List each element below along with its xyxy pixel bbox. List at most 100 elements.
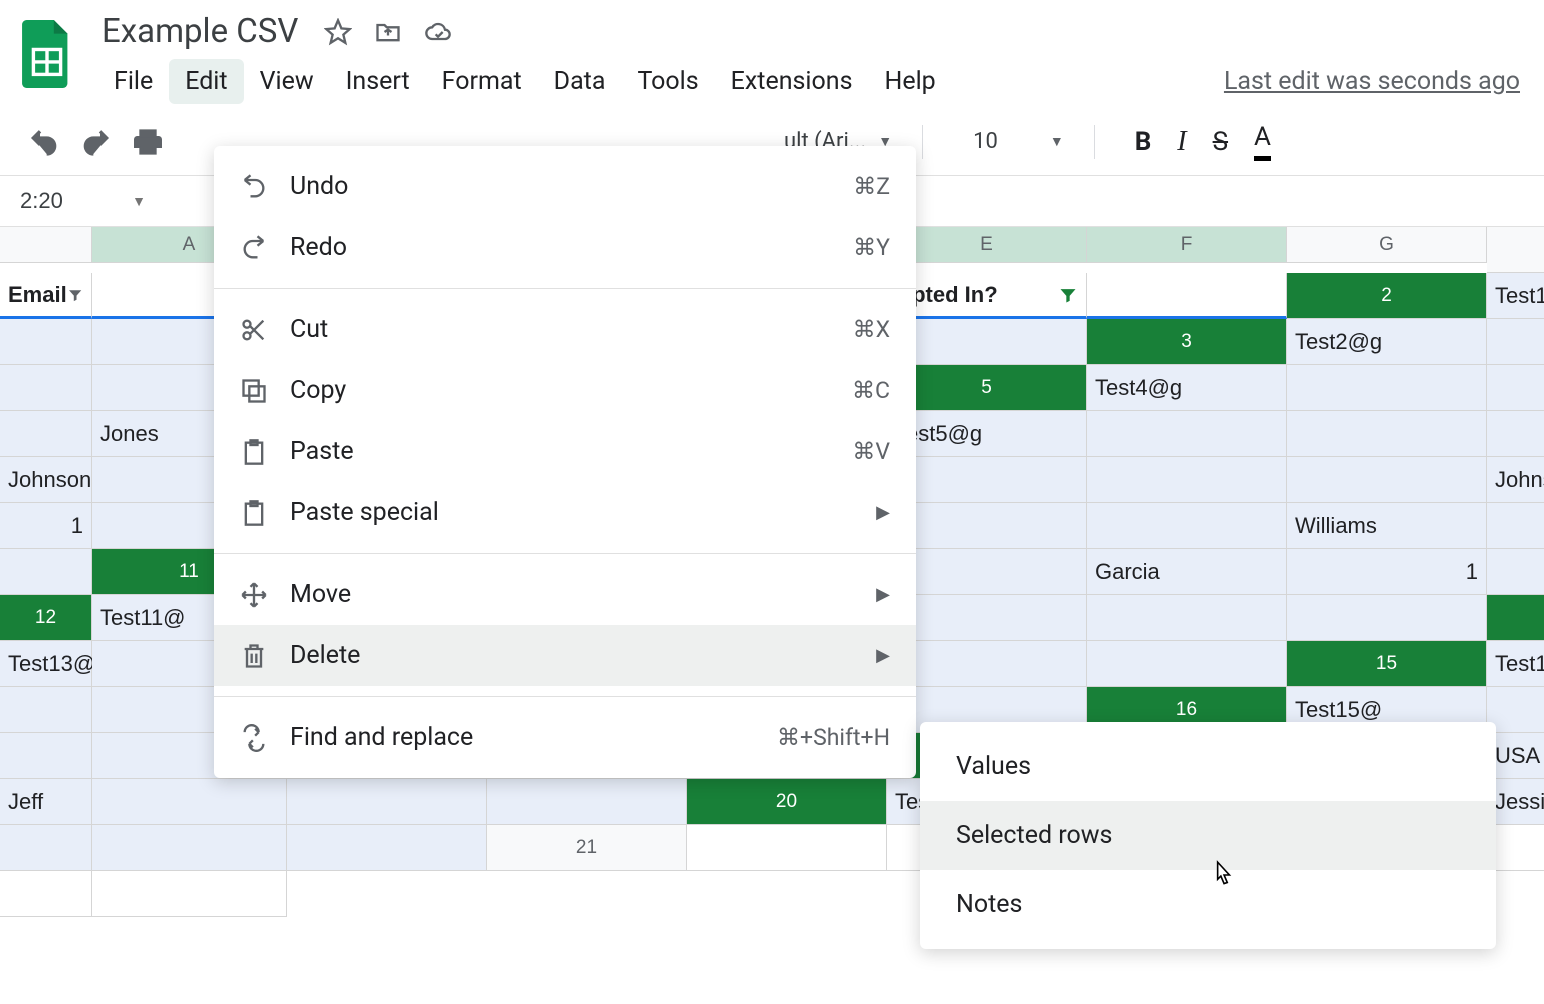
- cell[interactable]: [1487, 549, 1544, 595]
- row-header[interactable]: 3: [1087, 319, 1287, 365]
- menu-extensions[interactable]: Extensions: [715, 59, 869, 104]
- sheets-logo[interactable]: [20, 18, 74, 90]
- cell[interactable]: [1487, 365, 1544, 411]
- filter-icon[interactable]: [67, 285, 83, 305]
- cloud-status-icon[interactable]: [424, 18, 452, 46]
- submenu-item-notes[interactable]: Notes: [920, 870, 1496, 939]
- menu-edit[interactable]: Edit: [169, 59, 243, 104]
- bold-button[interactable]: B: [1135, 127, 1152, 157]
- select-all-corner[interactable]: [0, 227, 92, 263]
- menu-tools[interactable]: Tools: [621, 59, 714, 104]
- column-header[interactable]: E: [887, 227, 1087, 263]
- cell[interactable]: Test14@: [1487, 641, 1544, 687]
- redo-icon[interactable]: [80, 126, 112, 158]
- menu-item-cut[interactable]: Cut ⌘X: [214, 299, 916, 360]
- cell[interactable]: [287, 825, 487, 871]
- cell[interactable]: 1: [1487, 503, 1544, 549]
- cell[interactable]: [92, 779, 287, 825]
- cell[interactable]: [287, 779, 487, 825]
- cell[interactable]: [1287, 457, 1487, 503]
- cell[interactable]: [887, 595, 1087, 641]
- cell[interactable]: Test5@g: [887, 411, 1087, 457]
- row-header[interactable]: 20: [687, 779, 887, 825]
- cell[interactable]: [0, 825, 92, 871]
- cell[interactable]: Opted In?: [887, 273, 1087, 319]
- name-box[interactable]: 2:20 ▼: [10, 184, 156, 218]
- cell[interactable]: Johnson: [1487, 457, 1544, 503]
- cell[interactable]: [687, 825, 887, 871]
- cell[interactable]: [92, 825, 287, 871]
- undo-icon[interactable]: [28, 126, 60, 158]
- menu-help[interactable]: Help: [868, 59, 951, 104]
- cell[interactable]: [1087, 641, 1287, 687]
- cell[interactable]: [1487, 411, 1544, 457]
- cell[interactable]: [1287, 595, 1487, 641]
- row-header[interactable]: 21: [487, 825, 687, 871]
- menu-item-redo[interactable]: Redo ⌘Y: [214, 217, 916, 278]
- cell[interactable]: Williams: [1287, 503, 1487, 549]
- submenu-item-selected-rows[interactable]: Selected rows: [920, 801, 1496, 870]
- print-icon[interactable]: [132, 126, 164, 158]
- italic-button[interactable]: I: [1177, 126, 1186, 158]
- document-title[interactable]: Example CSV: [98, 10, 302, 53]
- cell[interactable]: [887, 457, 1087, 503]
- cell[interactable]: [887, 319, 1087, 365]
- cell[interactable]: [887, 549, 1087, 595]
- cell[interactable]: [1087, 411, 1287, 457]
- menu-format[interactable]: Format: [426, 59, 538, 104]
- cell[interactable]: [0, 871, 92, 917]
- cell[interactable]: 1: [1287, 549, 1487, 595]
- menu-item-move[interactable]: Move ▶: [214, 564, 916, 625]
- strikethrough-button[interactable]: S: [1213, 127, 1228, 157]
- row-header[interactable]: 12: [0, 595, 92, 641]
- submenu-item-values[interactable]: Values: [920, 732, 1496, 801]
- cell[interactable]: [1487, 319, 1544, 365]
- menu-item-undo[interactable]: Undo ⌘Z: [214, 156, 916, 217]
- cell[interactable]: [1087, 595, 1287, 641]
- cell[interactable]: [487, 779, 687, 825]
- cell[interactable]: [0, 733, 92, 779]
- row-header[interactable]: 2: [1287, 273, 1487, 319]
- menu-file[interactable]: File: [98, 59, 169, 104]
- font-size-select[interactable]: 10 ▼: [973, 129, 1064, 154]
- menu-item-copy[interactable]: Copy ⌘C: [214, 360, 916, 421]
- cell[interactable]: [0, 319, 92, 365]
- cell[interactable]: [887, 503, 1087, 549]
- star-icon[interactable]: [324, 18, 352, 46]
- cell[interactable]: Email: [0, 273, 92, 319]
- cell[interactable]: Johnson: [0, 457, 92, 503]
- cell[interactable]: [1087, 457, 1287, 503]
- cell[interactable]: Test13@: [0, 641, 92, 687]
- row-header[interactable]: 5: [887, 365, 1087, 411]
- cell[interactable]: [92, 871, 287, 917]
- column-header[interactable]: F: [1087, 227, 1287, 263]
- cell[interactable]: [0, 411, 92, 457]
- cell[interactable]: [0, 365, 92, 411]
- cell[interactable]: Garcia: [1087, 549, 1287, 595]
- column-header[interactable]: G: [1287, 227, 1487, 263]
- filter-icon[interactable]: [1058, 285, 1078, 305]
- move-to-folder-icon[interactable]: [374, 18, 402, 46]
- cell[interactable]: [887, 641, 1087, 687]
- row-header[interactable]: 15: [1287, 641, 1487, 687]
- menu-item-find-replace[interactable]: Find and replace ⌘+Shift+H: [214, 707, 916, 768]
- cell[interactable]: [0, 687, 92, 733]
- menu-insert[interactable]: Insert: [330, 59, 426, 104]
- cell[interactable]: [1287, 411, 1487, 457]
- menu-item-delete[interactable]: Delete ▶: [214, 625, 916, 686]
- cell[interactable]: Jeff: [0, 779, 92, 825]
- cell[interactable]: [1087, 273, 1287, 319]
- cell[interactable]: [0, 549, 92, 595]
- last-edit-link[interactable]: Last edit was seconds ago: [1224, 67, 1524, 96]
- text-color-button[interactable]: A: [1254, 122, 1271, 161]
- row-header[interactable]: 1: [1487, 227, 1544, 273]
- cell[interactable]: 1: [0, 503, 92, 549]
- cell[interactable]: [1087, 503, 1287, 549]
- menu-view[interactable]: View: [244, 59, 330, 104]
- menu-item-paste[interactable]: Paste ⌘V: [214, 421, 916, 482]
- menu-data[interactable]: Data: [538, 59, 622, 104]
- cell[interactable]: Test4@g: [1087, 365, 1287, 411]
- menu-item-paste-special[interactable]: Paste special ▶: [214, 482, 916, 543]
- cell[interactable]: Test1@g: [1487, 273, 1544, 319]
- row-header[interactable]: 14: [1487, 595, 1544, 641]
